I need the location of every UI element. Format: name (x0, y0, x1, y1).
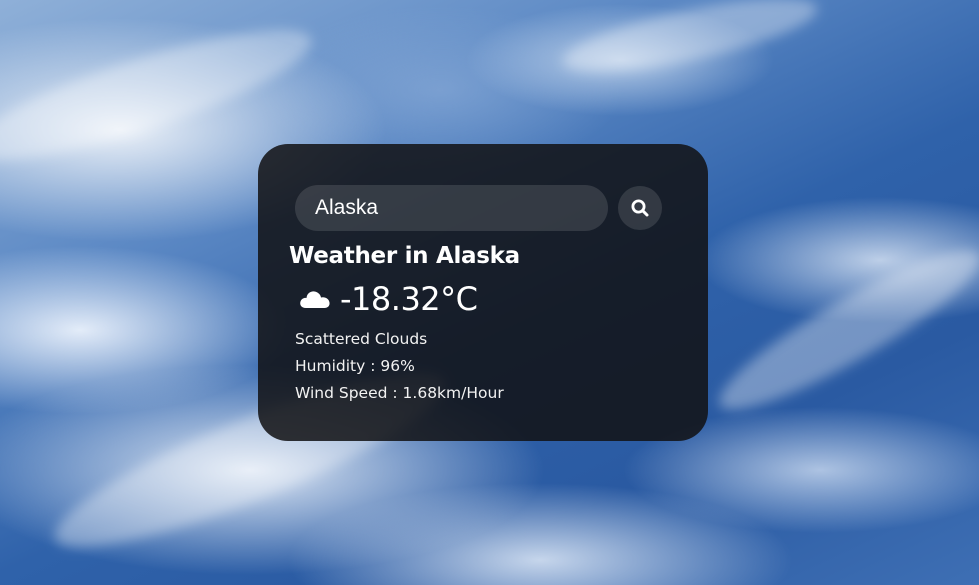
search-bar (295, 185, 662, 231)
temperature: -18.32°C (340, 280, 478, 318)
weather-title: Weather in Alaska (289, 243, 520, 269)
cloud-streak (705, 229, 979, 431)
temperature-row: -18.32°C (298, 280, 478, 318)
cloud-icon (300, 291, 330, 308)
weather-description: Scattered Clouds (295, 330, 428, 348)
weather-card: Weather in Alaska -18.32°C Scattered Clo… (258, 144, 708, 441)
search-input[interactable] (295, 185, 608, 231)
humidity: Humidity : 96% (295, 357, 415, 375)
search-icon (631, 199, 649, 217)
wind-speed: Wind Speed : 1.68km/Hour (295, 384, 504, 402)
cloud-streak (557, 0, 823, 87)
search-button[interactable] (618, 186, 662, 230)
